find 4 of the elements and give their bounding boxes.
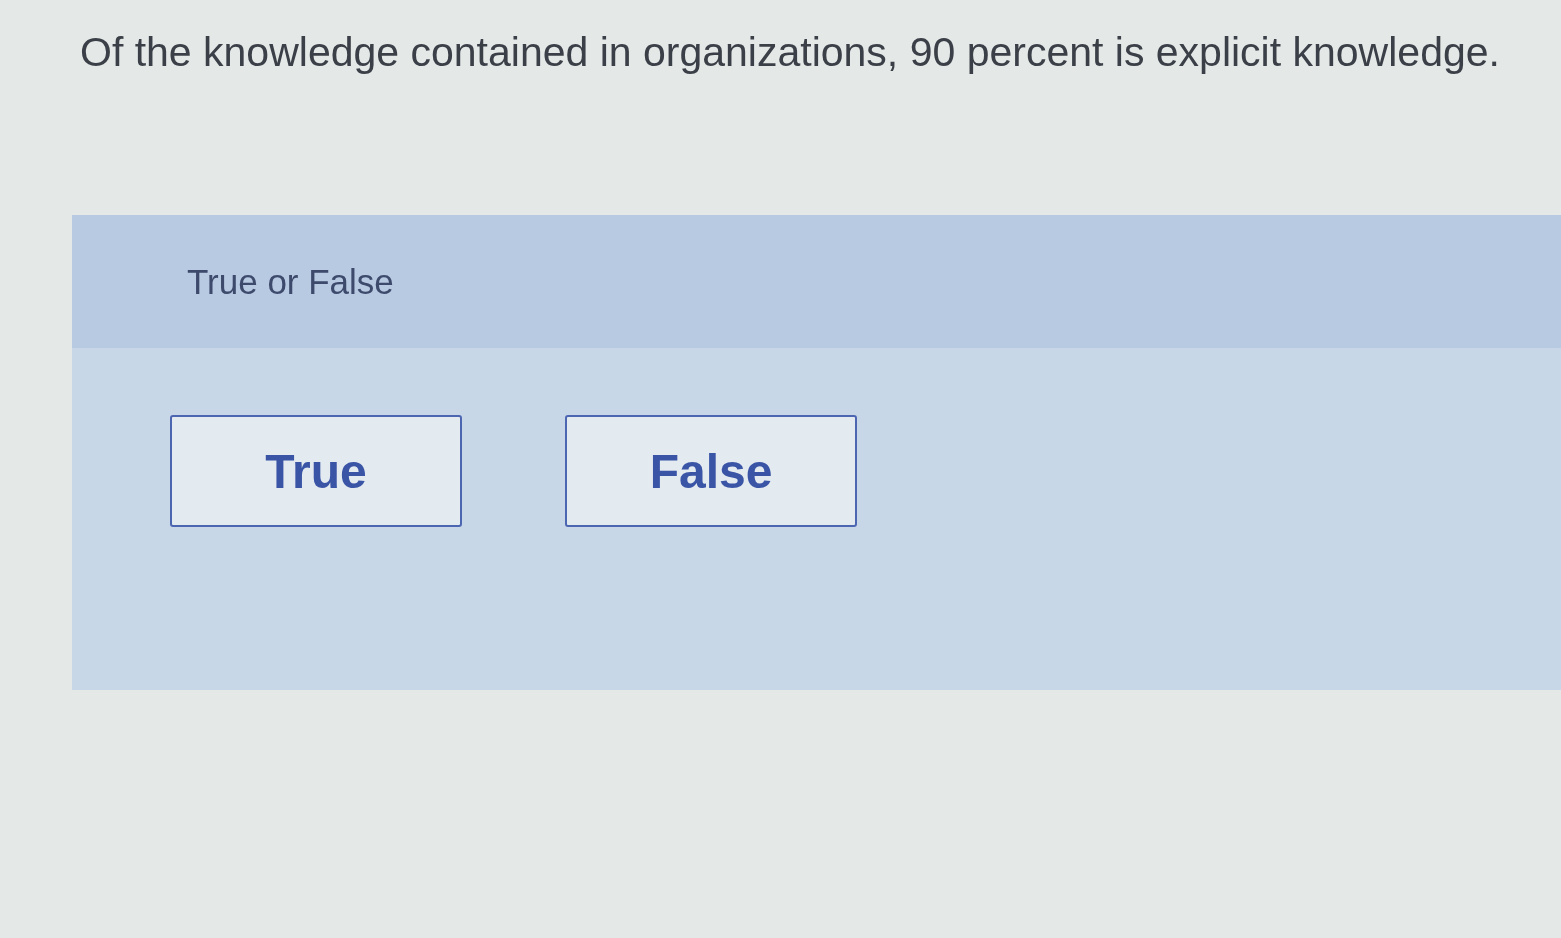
question-text: Of the knowledge contained in organizations, 90 percent is explicit knowledge.	[80, 28, 1500, 77]
answer-button[interactable]: False	[565, 415, 857, 527]
prompt-text: True or False	[187, 261, 394, 302]
answer-button[interactable]: True	[170, 415, 462, 527]
